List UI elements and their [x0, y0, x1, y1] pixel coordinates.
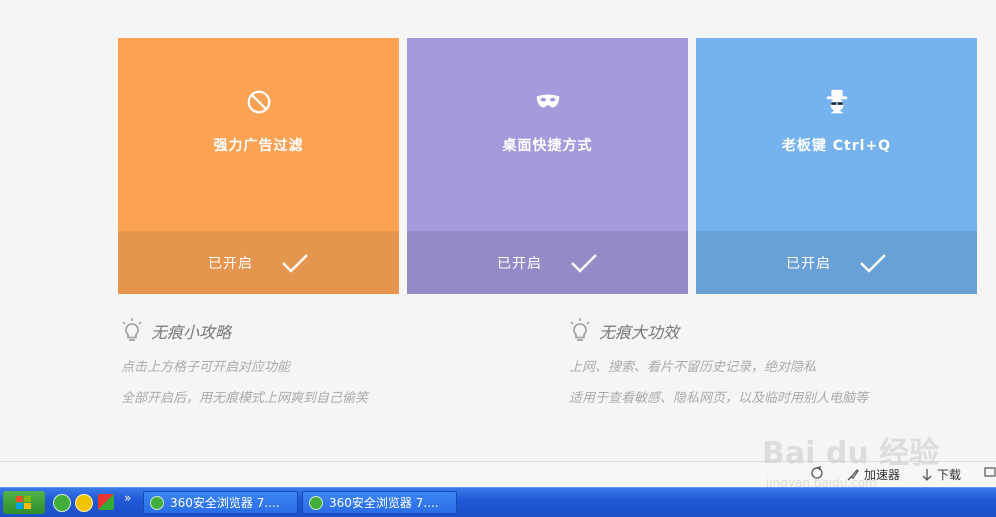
- accelerator-label: 加速器: [864, 468, 901, 482]
- rocket-icon: [847, 468, 859, 480]
- lightbulb-icon: [570, 318, 590, 341]
- task-label: 360安全浏览器 7....: [170, 496, 280, 510]
- browser-icon: [309, 495, 323, 510]
- mask-icon: [536, 94, 559, 108]
- download-icon: [922, 468, 932, 481]
- refresh-icon[interactable]: [810, 466, 824, 480]
- more-icon[interactable]: [984, 466, 996, 478]
- block-icon: [247, 90, 270, 114]
- quicklaunch-360-icon[interactable]: [53, 494, 71, 512]
- tip-line: 点击上方格子可开启对应功能: [121, 360, 291, 375]
- check-icon: [282, 253, 308, 273]
- card-title: 老板键 Ctrl+Q: [781, 138, 892, 154]
- tip-header: 无痕大功效: [569, 318, 868, 344]
- card-status-bar: 已开启: [407, 231, 688, 294]
- tip-line: 全部开启后，用无痕模式上网爽到自己偷笑: [121, 391, 369, 406]
- taskbar: » 360安全浏览器 7.... 360安全浏览器 7....: [0, 487, 996, 517]
- tips-left: 无痕小攻略 点击上方格子可开启对应功能 全部开启后，用无痕模式上网爽到自己偷笑: [121, 318, 368, 406]
- quicklaunch-app-icon[interactable]: [98, 494, 114, 510]
- accelerator-button[interactable]: 加速器: [846, 466, 900, 483]
- quicklaunch-add-icon[interactable]: [75, 494, 93, 512]
- task-label: 360安全浏览器 7....: [329, 496, 439, 510]
- card-title: 桌面快捷方式: [502, 138, 593, 154]
- tip-line: 适用于查看敏感、隐私网页，以及临时用别人电脑等: [569, 391, 869, 406]
- check-icon: [571, 253, 597, 273]
- windows-logo-icon: [16, 495, 31, 509]
- browser-status-bar: 加速器 下载: [0, 461, 996, 487]
- card-boss-key[interactable]: 老板键 Ctrl+Q 已开启: [696, 38, 977, 294]
- tip-title: 无痕小攻略: [151, 323, 232, 342]
- lightbulb-icon: [122, 318, 142, 341]
- download-button[interactable]: 下载: [921, 466, 961, 483]
- download-label: 下载: [937, 468, 962, 482]
- quicklaunch-overflow[interactable]: »: [124, 491, 131, 505]
- card-status: 已开启: [208, 255, 253, 272]
- card-title: 强力广告过滤: [213, 138, 304, 154]
- taskbar-window-1[interactable]: 360安全浏览器 7....: [143, 491, 298, 514]
- card-status: 已开启: [497, 255, 542, 272]
- check-icon: [860, 253, 886, 273]
- tip-line: 上网、搜索、看片不留历史记录，绝对隐私: [569, 360, 817, 375]
- taskbar-window-2[interactable]: 360安全浏览器 7....: [302, 491, 457, 514]
- card-status-bar: 已开启: [118, 231, 399, 294]
- card-desktop-shortcut[interactable]: 桌面快捷方式 已开启: [407, 38, 688, 294]
- card-status-bar: 已开启: [696, 231, 977, 294]
- boss-icon: [826, 89, 847, 114]
- tips-right: 无痕大功效 上网、搜索、看片不留历史记录，绝对隐私 适用于查看敏感、隐私网页，以…: [569, 318, 868, 406]
- browser-icon: [150, 495, 164, 510]
- tip-header: 无痕小攻略: [121, 318, 368, 344]
- tip-title: 无痕大功效: [599, 323, 680, 342]
- card-status: 已开启: [786, 255, 831, 272]
- card-ad-filter[interactable]: 强力广告过滤 已开启: [118, 38, 399, 294]
- start-button[interactable]: [3, 491, 45, 514]
